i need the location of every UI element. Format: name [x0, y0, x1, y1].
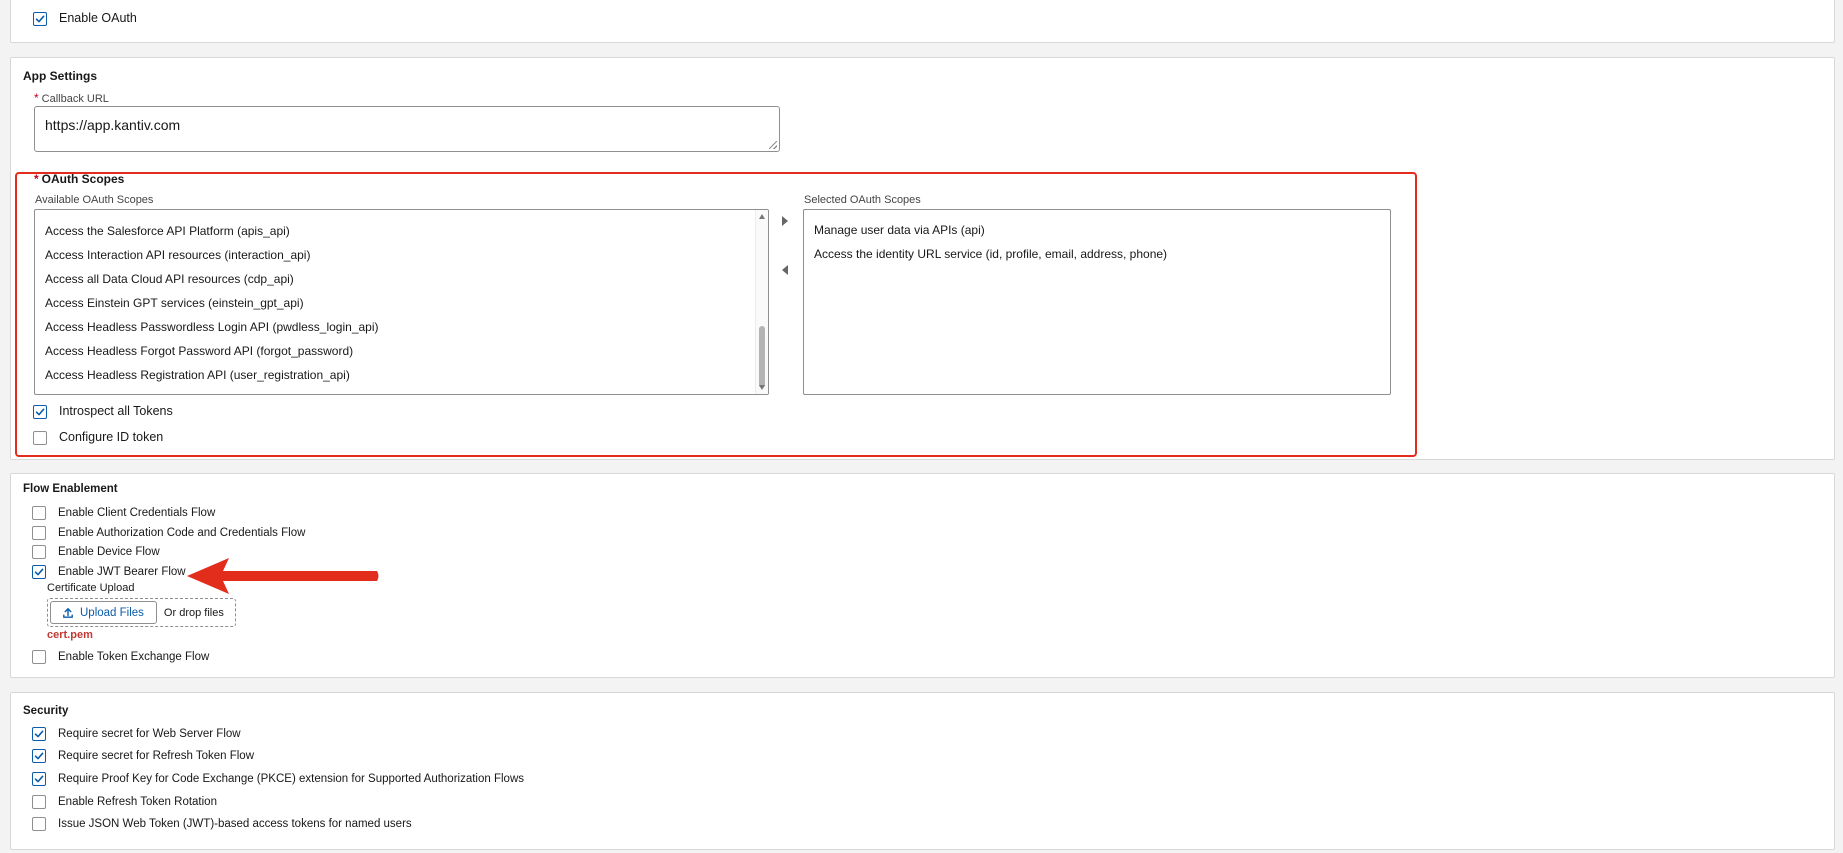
upload-files-label: Upload Files: [80, 606, 144, 619]
pkce-checkbox[interactable]: [32, 772, 46, 786]
scroll-down-icon[interactable]: [759, 385, 765, 390]
jwt-bearer-flow-label: Enable JWT Bearer Flow: [58, 566, 186, 578]
oauth-scopes-label: * OAuth Scopes: [34, 172, 124, 186]
callback-url-input[interactable]: https://app.kantiv.com: [34, 106, 780, 152]
auth-code-credentials-option[interactable]: Enable Authorization Code and Credential…: [32, 526, 305, 540]
jwt-access-tokens-checkbox[interactable]: [32, 817, 46, 831]
security-option-pkce[interactable]: Require Proof Key for Code Exchange (PKC…: [32, 772, 524, 786]
oauth-scopes-title: OAuth Scopes: [41, 172, 125, 186]
introspect-tokens-checkbox[interactable]: [33, 404, 47, 419]
check-icon: [35, 408, 45, 415]
callback-url-label-text: Callback URL: [41, 93, 109, 105]
scope-option-interaction-api[interactable]: Access Interaction API resources (intera…: [45, 248, 310, 262]
add-scope-button[interactable]: [778, 214, 792, 228]
configure-id-token-option[interactable]: Configure ID token: [33, 430, 163, 445]
certificate-drop-zone[interactable]: Upload Files Or drop files: [47, 598, 236, 627]
remove-scope-button[interactable]: [778, 263, 792, 277]
available-scopes-listbox[interactable]: Access the Salesforce API Platform (apis…: [34, 209, 769, 395]
check-icon: [34, 752, 44, 760]
client-credentials-label: Enable Client Credentials Flow: [58, 507, 216, 519]
jwt-bearer-flow-option[interactable]: Enable JWT Bearer Flow: [32, 565, 186, 579]
security-title: Security: [23, 705, 69, 717]
selected-scopes-listbox[interactable]: Manage user data via APIs (api) Access t…: [803, 209, 1391, 395]
security-option-jwt-access-tokens[interactable]: Issue JSON Web Token (JWT)-based access …: [32, 817, 412, 831]
security-option-refresh-token-rotation[interactable]: Enable Refresh Token Rotation: [32, 795, 217, 809]
callback-url-value: https://app.kantiv.com: [45, 117, 181, 133]
selected-scope-api[interactable]: Manage user data via APIs (api): [814, 223, 985, 237]
refresh-token-rotation-label: Enable Refresh Token Rotation: [58, 796, 217, 808]
scope-option-cdp-api[interactable]: Access all Data Cloud API resources (cdp…: [45, 272, 294, 286]
introspect-tokens-label: Introspect all Tokens: [59, 404, 173, 418]
scope-option-pwdless-login-api[interactable]: Access Headless Passwordless Login API (…: [45, 320, 379, 334]
certificate-upload-label: Certificate Upload: [47, 582, 135, 594]
scope-option-apis-api[interactable]: Access the Salesforce API Platform (apis…: [45, 224, 290, 238]
flow-enablement-title: Flow Enablement: [23, 483, 118, 495]
token-exchange-checkbox[interactable]: [32, 650, 46, 664]
move-right-icon: [782, 216, 788, 226]
check-icon: [34, 568, 44, 576]
web-server-secret-checkbox[interactable]: [32, 727, 46, 741]
check-icon: [35, 15, 45, 22]
auth-code-credentials-checkbox[interactable]: [32, 526, 46, 540]
drop-files-text: Or drop files: [163, 606, 224, 619]
available-scopes-scrollbar[interactable]: [755, 210, 768, 394]
upload-icon: [63, 607, 73, 618]
enable-oauth-option[interactable]: Enable OAuth: [33, 11, 137, 26]
pkce-label: Require Proof Key for Code Exchange (PKC…: [58, 773, 524, 785]
uploaded-file-name: cert.pem: [47, 629, 93, 641]
jwt-access-tokens-label: Issue JSON Web Token (JWT)-based access …: [58, 818, 412, 830]
configure-id-token-checkbox[interactable]: [33, 430, 47, 445]
callback-url-label: * Callback URL: [34, 91, 109, 105]
enable-oauth-checkbox[interactable]: [33, 11, 47, 26]
app-settings-title: App Settings: [23, 69, 97, 83]
device-flow-checkbox[interactable]: [32, 545, 46, 559]
device-flow-option[interactable]: Enable Device Flow: [32, 545, 160, 559]
required-indicator: *: [34, 91, 39, 105]
required-indicator: *: [34, 172, 39, 186]
token-exchange-label: Enable Token Exchange Flow: [58, 651, 210, 663]
security-option-web-server-secret[interactable]: Require secret for Web Server Flow: [32, 727, 241, 741]
selected-scopes-label: Selected OAuth Scopes: [804, 194, 921, 206]
refresh-token-secret-label: Require secret for Refresh Token Flow: [58, 750, 255, 762]
configure-id-token-label: Configure ID token: [59, 430, 164, 444]
check-icon: [34, 775, 44, 783]
security-option-refresh-token-secret[interactable]: Require secret for Refresh Token Flow: [32, 749, 254, 763]
jwt-bearer-flow-checkbox[interactable]: [32, 565, 46, 579]
scope-option-forgot-password[interactable]: Access Headless Forgot Password API (for…: [45, 344, 353, 358]
device-flow-label: Enable Device Flow: [58, 546, 160, 558]
resize-handle-icon[interactable]: [769, 141, 777, 149]
web-server-secret-label: Require secret for Web Server Flow: [58, 728, 241, 740]
client-credentials-checkbox[interactable]: [32, 506, 46, 520]
connected-app-oauth-settings-page: Enable OAuth App Settings * Callback URL…: [0, 0, 1843, 853]
scope-option-einstein-gpt-api[interactable]: Access Einstein GPT services (einstein_g…: [45, 296, 304, 310]
selected-scope-id[interactable]: Access the identity URL service (id, pro…: [814, 247, 1167, 261]
upload-files-button[interactable]: Upload Files: [50, 601, 157, 624]
scroll-thumb[interactable]: [759, 326, 765, 388]
refresh-token-rotation-checkbox[interactable]: [32, 795, 46, 809]
introspect-tokens-option[interactable]: Introspect all Tokens: [33, 404, 173, 419]
available-scopes-label: Available OAuth Scopes: [35, 194, 154, 206]
enable-oauth-label: Enable OAuth: [59, 11, 137, 25]
refresh-token-secret-checkbox[interactable]: [32, 749, 46, 763]
token-exchange-option[interactable]: Enable Token Exchange Flow: [32, 650, 209, 664]
move-left-icon: [782, 265, 788, 275]
scope-option-user-registration-api[interactable]: Access Headless Registration API (user_r…: [45, 368, 350, 382]
annotation-arrow-icon: [187, 558, 379, 594]
check-icon: [34, 730, 44, 738]
scroll-up-icon[interactable]: [759, 214, 765, 219]
oauth-enable-card: [10, 0, 1835, 43]
auth-code-credentials-label: Enable Authorization Code and Credential…: [58, 527, 306, 539]
client-credentials-option[interactable]: Enable Client Credentials Flow: [32, 506, 215, 520]
